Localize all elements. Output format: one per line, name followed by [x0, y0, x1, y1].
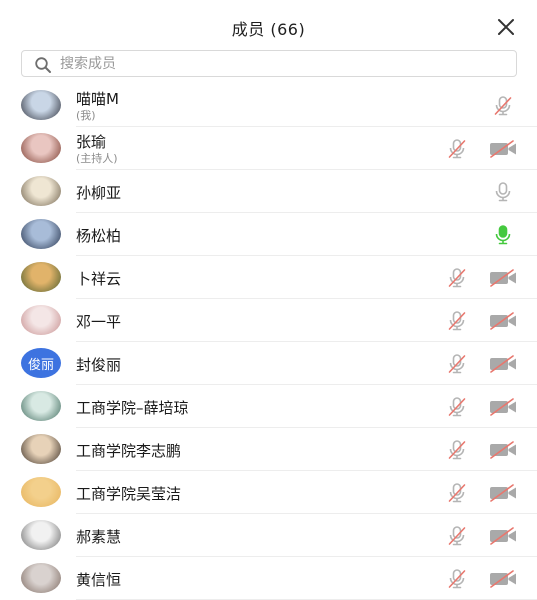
avatar [21, 90, 61, 120]
mic-muted-icon[interactable] [446, 396, 468, 418]
avatar [21, 563, 61, 593]
avatar [21, 305, 61, 335]
member-name: 封俊丽 [76, 356, 122, 374]
mic-muted-icon[interactable] [446, 568, 468, 590]
mic-muted-icon[interactable] [446, 138, 468, 160]
mic-muted-icon[interactable] [446, 439, 468, 461]
member-name: 工商学院吴莹洁 [76, 485, 182, 503]
camera-off-icon[interactable] [489, 527, 517, 545]
member-name: 工商学院–薛培琼 [76, 399, 189, 417]
member-row[interactable]: 杨松柏 [0, 213, 537, 256]
close-icon[interactable] [497, 18, 515, 36]
member-role: (我) [76, 109, 96, 122]
avatar [21, 391, 61, 421]
camera-off-icon[interactable] [489, 484, 517, 502]
camera-off-icon[interactable] [489, 398, 517, 416]
member-name: 黄信恒 [76, 571, 122, 589]
member-row[interactable]: 张瑜 (主持人) [0, 127, 537, 170]
avatar [21, 176, 61, 206]
camera-off-icon[interactable] [489, 355, 517, 373]
member-name: 工商学院李志鹏 [76, 442, 182, 460]
member-row[interactable]: 俊丽 封俊丽 [0, 342, 537, 385]
member-list: 喵喵M (我) 张瑜 (主持人) 孙柳亚 杨松柏 卜祥云 邓一平 俊丽 封俊丽 工商学院–薛培琼 工商… [0, 84, 537, 600]
member-row[interactable]: 黄信恒 [0, 557, 537, 600]
member-row[interactable]: 工商学院吴莹洁 [0, 471, 537, 514]
avatar [21, 133, 61, 163]
camera-off-icon[interactable] [489, 570, 517, 588]
avatar [21, 262, 61, 292]
member-row[interactable]: 邓一平 [0, 299, 537, 342]
camera-off-icon[interactable] [489, 269, 517, 287]
member-name: 卜祥云 [76, 270, 122, 288]
camera-off-icon[interactable] [489, 312, 517, 330]
avatar: 俊丽 [21, 348, 61, 378]
mic-muted-icon[interactable] [446, 267, 468, 289]
member-row[interactable]: 卜祥云 [0, 256, 537, 299]
member-name: 喵喵M [76, 90, 119, 108]
member-name: 杨松柏 [76, 227, 122, 245]
mic-muted-icon[interactable] [446, 310, 468, 332]
search-input[interactable] [60, 51, 500, 76]
page-title: 成员 (66) [231, 20, 306, 39]
mic-muted-icon[interactable] [492, 95, 514, 117]
panel-header: 成员 (66) [0, 0, 537, 48]
member-row[interactable]: 喵喵M (我) [0, 84, 537, 127]
member-row[interactable]: 工商学院李志鹏 [0, 428, 537, 471]
avatar [21, 520, 61, 550]
member-row[interactable]: 郝素慧 [0, 514, 537, 557]
mic-muted-icon[interactable] [446, 525, 468, 547]
camera-off-icon[interactable] [489, 140, 517, 158]
mic-muted-icon[interactable] [446, 353, 468, 375]
member-row[interactable]: 孙柳亚 [0, 170, 537, 213]
mic-icon[interactable] [492, 181, 514, 203]
member-name: 孙柳亚 [76, 184, 122, 202]
member-name: 郝素慧 [76, 528, 122, 546]
camera-off-icon[interactable] [489, 441, 517, 459]
avatar [21, 219, 61, 249]
search-icon [35, 57, 51, 73]
search-bar [21, 50, 517, 77]
member-name: 张瑜 [76, 133, 107, 151]
avatar-initials: 俊丽 [27, 357, 54, 373]
mic-muted-icon[interactable] [446, 482, 468, 504]
member-role: (主持人) [76, 152, 118, 165]
mic-active-icon[interactable] [492, 224, 514, 246]
member-row[interactable]: 工商学院–薛培琼 [0, 385, 537, 428]
avatar [21, 477, 61, 507]
member-name: 邓一平 [76, 313, 122, 331]
avatar [21, 434, 61, 464]
